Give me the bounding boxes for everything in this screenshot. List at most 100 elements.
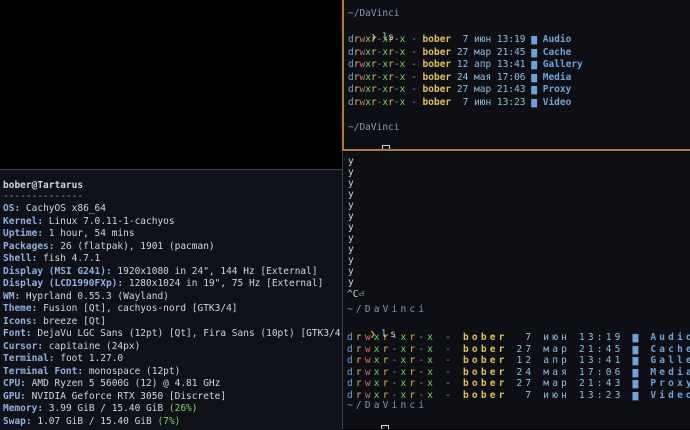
dir-name[interactable]: Video (543, 97, 572, 108)
info-row: Terminal: foot 1.27.0 (3, 353, 124, 364)
size-dash: - (445, 378, 455, 390)
info-key: Kernel (3, 215, 38, 227)
list-item: drwxr-xr-x - bober 24 мая 17:06 ▆ Media (348, 72, 571, 83)
top-terminal[interactable]: ~/DaVinci ❯ ls drwxr-xr-x - bober 7 июн … (342, 0, 690, 151)
owner: bober (462, 343, 508, 355)
info-value: 26 (flatpak), 1901 (pacman) (60, 240, 215, 252)
modified-date: 7 июн 13:23 (456, 97, 526, 108)
fastfetch-terminal[interactable]: bober@Tartarus -------------- OS: CachyO… (0, 169, 342, 430)
folder-icon: ▆ (632, 390, 642, 401)
modified-date: 7 июн 13:19 (516, 332, 624, 343)
info-key: Display (MSI G241) (3, 265, 106, 277)
owner: bober (462, 355, 508, 367)
dir-name[interactable]: Gallery (543, 59, 583, 70)
list-item: drwxr-xr-x - bober 24 мая 17:06 ▆ Media (347, 367, 690, 378)
text-cursor (381, 425, 390, 429)
info-row: OS: CachyOS x86_64 (3, 203, 106, 214)
dir-name[interactable]: Gallery (650, 355, 690, 366)
folder-icon: ▆ (632, 366, 642, 378)
list-item: drwxr-xr-x - bober 27 мар 21:43 ▆ Proxy (348, 84, 571, 95)
usage-percent: (26%) (163, 403, 198, 414)
info-key: Terminal (3, 353, 49, 364)
dir-name[interactable]: Audio (543, 34, 572, 45)
info-key: Packages (3, 240, 49, 252)
prompt-line-2[interactable]: ❯ (347, 414, 390, 429)
info-key: GPU (3, 390, 21, 402)
modified-date: 24 мая 17:06 (456, 71, 526, 83)
info-key: Font (3, 328, 26, 339)
info-value: monospace (12pt) (88, 365, 181, 377)
cwd-path-2: ~/DaVinci (348, 122, 400, 133)
info-row: Display (MSI G241): 1920x1080 in 24", 14… (3, 265, 318, 277)
owner: bober (422, 46, 452, 58)
info-value: NVIDIA Geforce RTX 3050 [Discrete] (31, 390, 227, 402)
size-dash: - (411, 34, 417, 45)
permissions: drwxr-xr-x (347, 332, 437, 343)
size-dash: - (445, 390, 455, 401)
folder-icon: ▆ (531, 84, 537, 96)
info-row: Uptime: 1 hour, 54 mins (3, 228, 135, 239)
modified-date: 27 мар 21:45 (516, 343, 624, 355)
dir-name[interactable]: Cache (650, 344, 690, 355)
bottom-terminal[interactable]: yyyyyyyyyyyy ^C⏎ ~/DaVinci ❯ ls drwxr-xr… (342, 152, 690, 429)
info-row: Terminal Font: monospace (12pt) (3, 365, 181, 377)
folder-icon: ▆ (531, 59, 537, 71)
folder-icon: ▆ (632, 332, 642, 343)
permissions: drwxr-xr-x (347, 355, 437, 367)
permissions: drwxr-xr-x (348, 97, 406, 108)
dir-name[interactable]: Media (650, 367, 690, 378)
info-value: 1920x1080 in 24", 144 Hz [External] (117, 265, 318, 277)
dir-name[interactable]: Media (543, 72, 572, 83)
info-value: AMD Ryzen 5 5600G (12) @ 4.81 GHz (31, 378, 221, 389)
info-key: Swap (3, 415, 26, 427)
output-line: y (348, 277, 354, 288)
owner: bober (462, 332, 508, 343)
cwd-path: ~/DaVinci (347, 304, 428, 315)
size-dash: - (445, 355, 455, 367)
folder-icon: ▆ (632, 355, 642, 367)
info-value: CachyOS x86_64 (25, 203, 106, 214)
info-row: Font: DejaVu LGC Sans (12pt) [Qt], Fira … (3, 328, 342, 339)
dir-name[interactable]: Cache (543, 47, 572, 58)
owner: bober (422, 59, 452, 71)
dir-name[interactable]: Proxy (650, 378, 690, 389)
info-key: Theme (3, 303, 32, 314)
permissions: drwxr-xr-x (348, 71, 406, 83)
info-value: 1280x1024 in 19", 75 Hz [External] (128, 278, 324, 289)
output-line: y (348, 266, 354, 277)
size-dash: - (411, 84, 417, 96)
list-item: drwxr-xr-x - bober 12 апр 13:41 ▆ Galler… (347, 355, 690, 366)
info-row: Cursor: capitaine (24px) (3, 340, 141, 352)
folder-icon: ▆ (531, 34, 537, 45)
dir-name[interactable]: Proxy (543, 84, 572, 95)
list-item: drwxr-xr-x - bober 27 мар 21:45 ▆ Cache (347, 344, 690, 355)
permissions: drwxr-xr-x (347, 378, 437, 390)
info-row: Swap: 1.07 GiB / 15.40 GiB (7%) (3, 415, 181, 427)
size-dash: - (411, 46, 417, 58)
info-key: CPU (3, 378, 21, 389)
dir-name[interactable]: Audio (650, 332, 690, 343)
prompt-line-2[interactable]: ❯ (348, 134, 391, 149)
owner: bober (462, 366, 508, 378)
dir-name[interactable]: Video (650, 390, 690, 401)
info-value: 1 hour, 54 mins (48, 228, 135, 239)
output-line: y (348, 211, 354, 222)
folder-icon: ▆ (531, 97, 537, 108)
info-row: Icons: breeze [Qt] (3, 315, 106, 327)
info-row: Kernel: Linux 7.0.11-1-cachyos (3, 215, 175, 227)
size-dash: - (445, 366, 455, 378)
modified-date: 24 мая 17:06 (516, 366, 624, 378)
info-row: Shell: fish 4.7.1 (3, 253, 101, 264)
folder-icon: ▆ (531, 71, 537, 83)
title-separator: -------------- (3, 191, 84, 202)
owner: bober (422, 84, 452, 96)
list-item: drwxr-xr-x - bober 7 июн 13:19 ▆ Audio (347, 332, 690, 343)
folder-icon: ▆ (531, 46, 537, 58)
owner: bober (462, 390, 508, 401)
owner: bober (422, 71, 452, 83)
info-row: GPU: NVIDIA Geforce RTX 3050 [Discrete] (3, 390, 227, 402)
info-value: breeze [Qt] (43, 315, 106, 327)
modified-date: 27 мар 21:45 (456, 46, 526, 58)
info-value: Hyprland 0.55.3 (Wayland) (25, 290, 169, 302)
list-item: drwxr-xr-x - bober 7 июн 13:23 ▆ Video (348, 97, 571, 108)
